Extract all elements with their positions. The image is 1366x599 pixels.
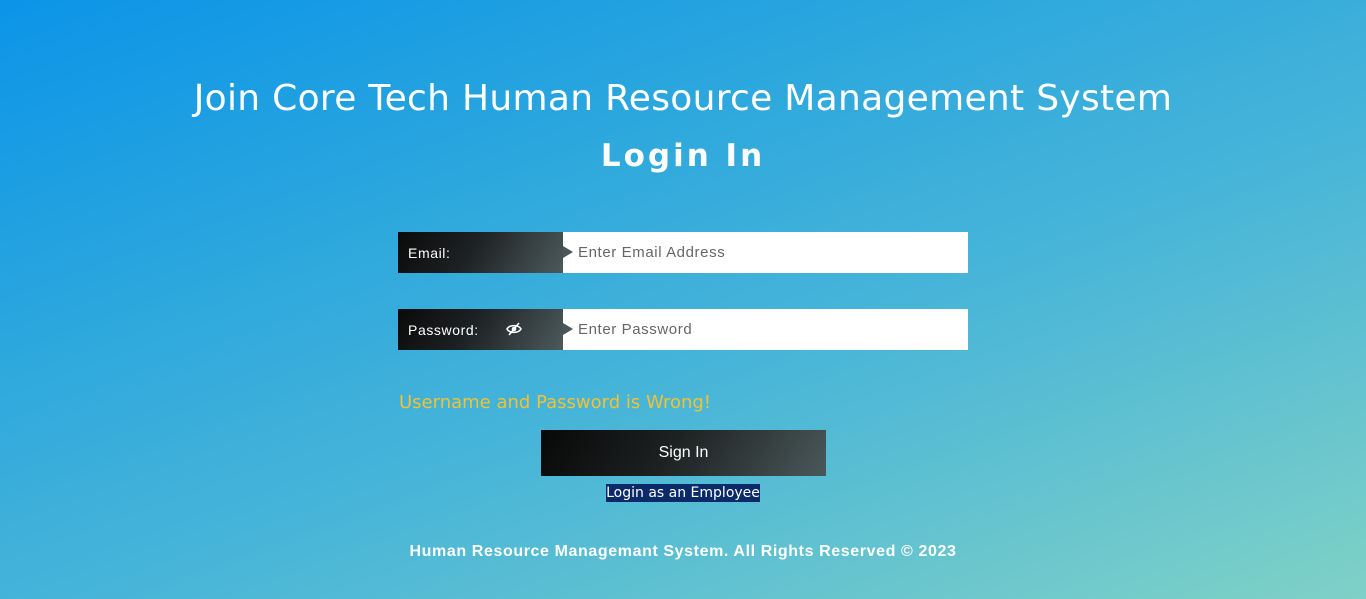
email-label: Email: [398,232,573,273]
sign-in-button[interactable]: Sign In [541,430,826,476]
footer-copyright: Human Resource Managemant System. All Ri… [409,543,957,560]
email-field-group: Email: [398,232,968,273]
password-field-group: Password: [398,309,968,350]
eye-slash-icon[interactable] [506,321,522,337]
page-subtitle: Login In [600,138,766,174]
error-message: Username and Password is Wrong! [399,392,712,413]
page-title: Join Core Tech Human Resource Management… [193,78,1173,119]
password-label: Password: [398,309,573,350]
email-input[interactable] [563,232,968,273]
login-as-employee-link[interactable]: Login as an Employee [606,484,760,502]
email-label-text: Email: [408,244,451,261]
password-label-text: Password: [408,321,479,338]
password-input[interactable] [563,309,968,350]
